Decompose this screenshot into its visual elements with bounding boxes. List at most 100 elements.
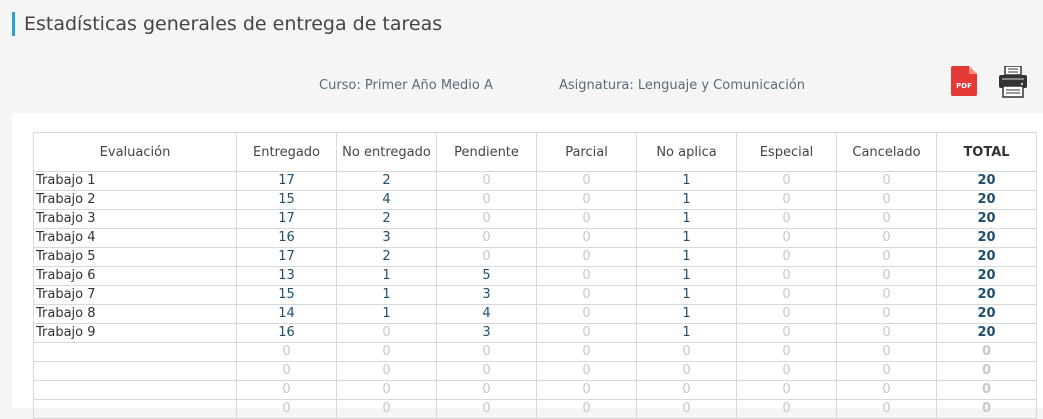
printer-icon[interactable]: [998, 65, 1028, 98]
table-row: Trabajo 4 16 3 0 0 1 0 0 20: [33, 228, 1037, 248]
table-cell: 1: [636, 190, 737, 210]
cell-total: 0: [936, 399, 1037, 419]
cell-total: 0: [936, 342, 1037, 362]
table-cell: 0: [336, 323, 437, 343]
table-cell: 0: [736, 209, 837, 229]
table-cell: 0: [836, 285, 937, 305]
table-cell: 1: [636, 323, 737, 343]
table-cell: 0: [736, 323, 837, 343]
table-row: 00000000: [33, 361, 1037, 381]
table-cell: 0: [236, 361, 337, 381]
table-cell: 1: [336, 285, 437, 305]
col-header-cancelado: Cancelado: [836, 132, 937, 172]
table-cell: 15: [236, 285, 337, 305]
cell-evaluacion: Trabajo 2: [33, 190, 237, 210]
table-cell: 0: [536, 380, 637, 400]
table-cell: 0: [436, 228, 537, 248]
table-cell: 0: [636, 380, 737, 400]
table-cell: 0: [836, 342, 937, 362]
table-cell: 0: [736, 380, 837, 400]
cell-evaluacion: Trabajo 6: [33, 266, 237, 286]
table-cell: 0: [836, 190, 937, 210]
table-cell: 0: [836, 266, 937, 286]
table-cell: 3: [436, 323, 537, 343]
table-cell: 0: [536, 361, 637, 381]
table-row: 00000000: [33, 399, 1037, 419]
table-cell: 0: [736, 190, 837, 210]
table-row: Trabajo 9 16 0 3 0 1 0 0 20: [33, 323, 1037, 343]
cell-evaluacion: Trabajo 9: [33, 323, 237, 343]
col-header-pendiente: Pendiente: [436, 132, 537, 172]
table-cell: 15: [236, 190, 337, 210]
cell-evaluacion: Trabajo 8: [33, 304, 237, 324]
table-cell: 0: [736, 266, 837, 286]
table-cell: 0: [236, 399, 337, 419]
table-row: Trabajo 6 13 1 5 0 1 0 0 20: [33, 266, 1037, 286]
cell-evaluacion: Trabajo 5: [33, 247, 237, 267]
table-cell: 1: [636, 266, 737, 286]
table-cell: 0: [736, 171, 837, 191]
table-cell: 1: [636, 285, 737, 305]
table-cell: 0: [336, 399, 437, 419]
table-cell: 0: [436, 361, 537, 381]
table-cell: 0: [336, 342, 437, 362]
cell-evaluacion: [33, 399, 237, 419]
cell-evaluacion: [33, 342, 237, 362]
table-cell: 0: [536, 190, 637, 210]
pdf-export-icon[interactable]: PDF: [951, 66, 977, 96]
table-cell: 1: [336, 304, 437, 324]
table-cell: 0: [536, 323, 637, 343]
cell-evaluacion: [33, 361, 237, 381]
table-cell: 0: [636, 342, 737, 362]
table-cell: 17: [236, 247, 337, 267]
col-header-no-aplica: No aplica: [636, 132, 737, 172]
table-cell: 5: [436, 266, 537, 286]
table-cell: 0: [636, 399, 737, 419]
table-cell: 0: [836, 209, 937, 229]
table-cell: 2: [336, 171, 437, 191]
cell-total: 0: [936, 380, 1037, 400]
table-cell: 1: [636, 304, 737, 324]
table-cell: 16: [236, 228, 337, 248]
col-header-parcial: Parcial: [536, 132, 637, 172]
subject-label: Asignatura: Lenguaje y Comunicación: [559, 78, 806, 93]
pdf-icon-label: PDF: [956, 82, 972, 90]
table-cell: 0: [836, 380, 937, 400]
cell-evaluacion: [33, 380, 237, 400]
table-row: 00000000: [33, 380, 1037, 400]
table-cell: 0: [236, 380, 337, 400]
table-cell: 1: [636, 209, 737, 229]
col-header-especial: Especial: [736, 132, 837, 172]
table-cell: 0: [836, 399, 937, 419]
table-cell: 0: [836, 247, 937, 267]
table-cell: 0: [836, 361, 937, 381]
page-title: Estadísticas generales de entrega de tar…: [12, 12, 442, 36]
cell-evaluacion: Trabajo 4: [33, 228, 237, 248]
table-cell: 0: [836, 171, 937, 191]
table-cell: 0: [736, 285, 837, 305]
table-cell: 4: [436, 304, 537, 324]
table-cell: 0: [436, 190, 537, 210]
cell-total: 20: [936, 266, 1037, 286]
table-cell: 0: [436, 171, 537, 191]
table-cell: 0: [536, 209, 637, 229]
table-header-row: Evaluación Entregado No entregado Pendie…: [33, 132, 1037, 172]
table-cell: 0: [836, 323, 937, 343]
table-cell: 3: [436, 285, 537, 305]
stats-table: Evaluación Entregado No entregado Pendie…: [33, 132, 1037, 419]
table-row: Trabajo 8 14 1 4 0 1 0 0 20: [33, 304, 1037, 324]
table-cell: 0: [336, 380, 437, 400]
table-row: Trabajo 3 17 2 0 0 1 0 0 20: [33, 209, 1037, 229]
cell-total: 20: [936, 171, 1037, 191]
table-cell: 17: [236, 171, 337, 191]
course-label: Curso: Primer Año Medio A: [319, 78, 493, 93]
col-header-no-entregado: No entregado: [336, 132, 437, 172]
table-cell: 0: [536, 228, 637, 248]
table-cell: 1: [336, 266, 437, 286]
table-cell: 0: [536, 304, 637, 324]
table-cell: 0: [436, 342, 537, 362]
table-cell: 0: [536, 171, 637, 191]
table-cell: 16: [236, 323, 337, 343]
stats-panel: Evaluación Entregado No entregado Pendie…: [12, 113, 1043, 419]
table-cell: 2: [336, 209, 437, 229]
